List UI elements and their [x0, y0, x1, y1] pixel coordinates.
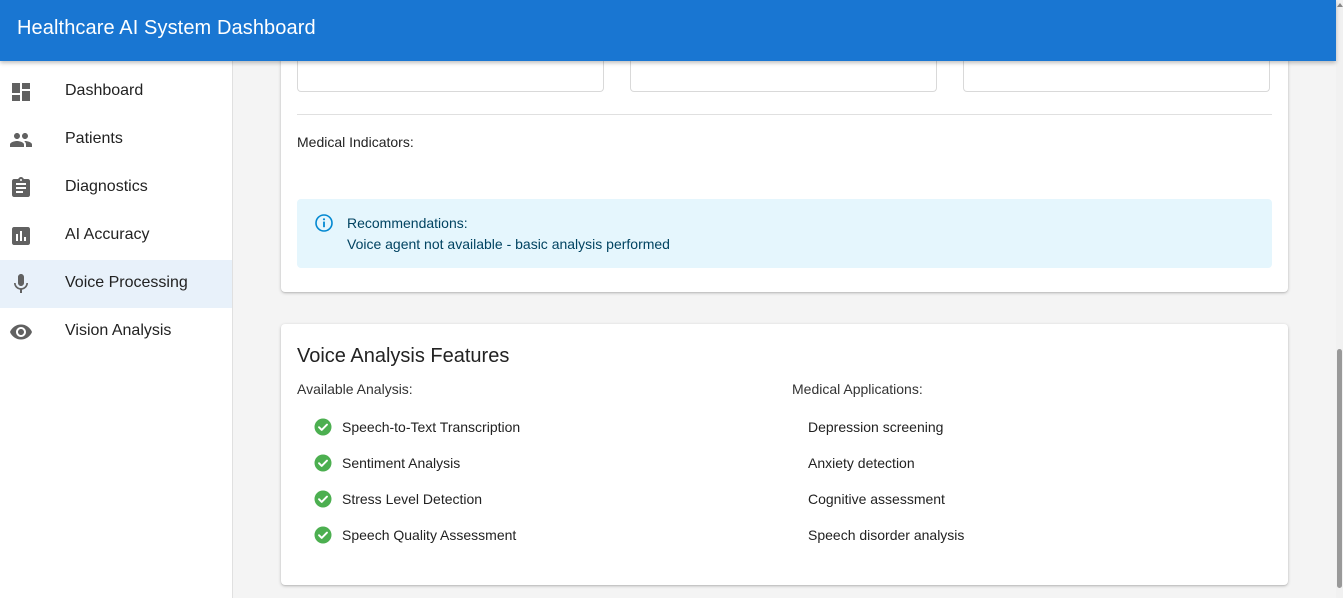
clipboard-icon	[9, 176, 33, 200]
recommendations-alert: Recommendations: Voice agent not availab…	[297, 199, 1272, 268]
feature-label: Speech Quality Assessment	[342, 527, 517, 543]
sidebar-item-diagnostics[interactable]: Diagnostics	[0, 164, 232, 212]
divider	[297, 114, 1272, 115]
sidebar-item-label: Voice Processing	[65, 274, 188, 291]
medical-applications-heading: Medical Applications:	[792, 381, 923, 397]
result-box	[963, 61, 1270, 92]
sidebar-item-voice-processing[interactable]: Voice Processing	[0, 260, 232, 308]
microphone-icon	[9, 272, 33, 296]
available-analysis-heading: Available Analysis:	[297, 381, 413, 397]
result-box	[630, 61, 937, 92]
sidebar-item-label: Vision Analysis	[65, 322, 172, 339]
app-title: Healthcare AI System Dashboard	[17, 17, 316, 39]
sidebar-item-ai-accuracy[interactable]: AI Accuracy	[0, 212, 232, 260]
list-item: Cognitive assessment	[808, 491, 945, 507]
main-content: Medical Indicators: Recommendations: Voi…	[233, 61, 1336, 598]
feature-label: Sentiment Analysis	[342, 455, 461, 471]
sidebar-item-vision-analysis[interactable]: Vision Analysis	[0, 308, 232, 356]
voice-result-card: Medical Indicators: Recommendations: Voi…	[281, 61, 1288, 292]
sidebar-item-label: AI Accuracy	[65, 226, 150, 243]
medical-indicators-label: Medical Indicators:	[297, 134, 414, 150]
dashboard-icon	[9, 80, 33, 104]
sidebar: Dashboard Patients Diagnostics AI Accura…	[0, 61, 233, 598]
feature-label: Stress Level Detection	[342, 491, 483, 507]
check-circle-icon	[314, 418, 332, 436]
eye-icon	[9, 320, 33, 344]
list-item: Speech disorder analysis	[808, 527, 965, 543]
sidebar-item-patients[interactable]: Patients	[0, 116, 232, 164]
alert-message: Voice agent not available - basic analys…	[347, 236, 670, 252]
card-title: Voice Analysis Features	[297, 345, 510, 367]
scrollbar-thumb[interactable]	[1337, 349, 1342, 588]
alert-title: Recommendations:	[347, 215, 468, 231]
scroll-up-icon[interactable]	[1337, 3, 1343, 7]
people-icon	[9, 128, 33, 152]
sidebar-item-label: Diagnostics	[65, 178, 148, 195]
sidebar-item-label: Dashboard	[65, 82, 144, 99]
voice-analysis-features-card: Voice Analysis Features Available Analys…	[281, 324, 1288, 585]
info-icon	[314, 213, 334, 233]
app-bar: Healthcare AI System Dashboard	[0, 0, 1336, 61]
list-item: Anxiety detection	[808, 455, 915, 471]
bar-chart-icon	[9, 224, 33, 248]
sidebar-item-dashboard[interactable]: Dashboard	[0, 68, 232, 116]
check-circle-icon	[314, 454, 332, 472]
vertical-scrollbar[interactable]	[1336, 0, 1343, 598]
check-circle-icon	[314, 490, 332, 508]
list-item: Depression screening	[808, 419, 944, 435]
check-circle-icon	[314, 526, 332, 544]
feature-label: Speech-to-Text Transcription	[342, 419, 521, 435]
sidebar-item-label: Patients	[65, 130, 123, 147]
result-box	[297, 61, 604, 92]
